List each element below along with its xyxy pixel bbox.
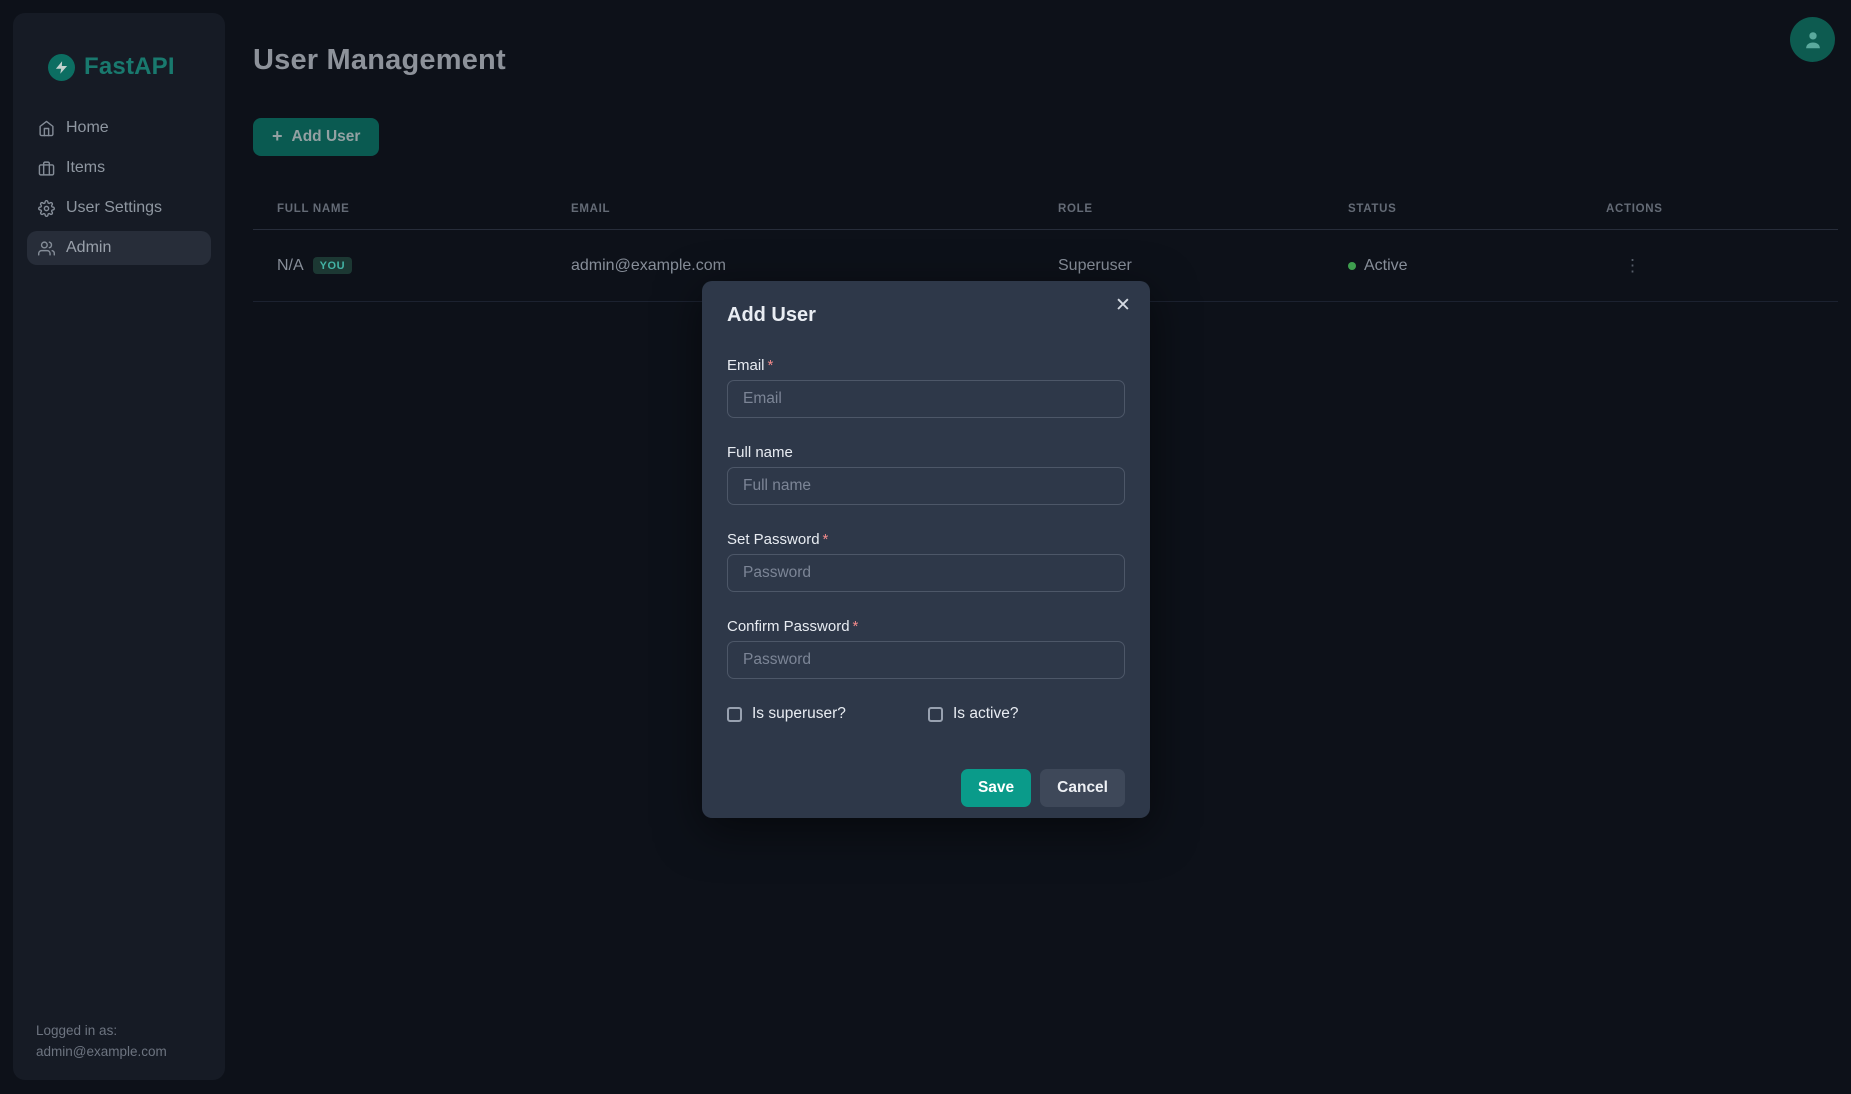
is-active-checkbox[interactable]: Is active? bbox=[928, 705, 1018, 723]
full-name-input[interactable] bbox=[727, 467, 1125, 505]
add-user-modal: Add User ✕ Email* Full name Set Password… bbox=[702, 281, 1150, 818]
is-superuser-checkbox[interactable]: Is superuser? bbox=[727, 705, 928, 723]
email-field-group: Email* bbox=[727, 357, 1125, 418]
set-password-input[interactable] bbox=[727, 554, 1125, 592]
checkbox-row: Is superuser? Is active? bbox=[727, 705, 1125, 723]
email-input[interactable] bbox=[727, 380, 1125, 418]
save-button[interactable]: Save bbox=[961, 769, 1031, 807]
is-active-label: Is active? bbox=[953, 705, 1018, 723]
set-password-label: Set Password* bbox=[727, 531, 1125, 548]
confirm-password-label-text: Confirm Password bbox=[727, 618, 850, 635]
app-root: FastAPI Home Items User Settings bbox=[0, 0, 1851, 1094]
required-asterisk: * bbox=[853, 618, 859, 635]
add-user-form: Email* Full name Set Password* Confirm P… bbox=[727, 357, 1125, 807]
modal-overlay[interactable]: Add User ✕ Email* Full name Set Password… bbox=[0, 0, 1851, 1094]
full-name-label-text: Full name bbox=[727, 444, 793, 461]
required-asterisk: * bbox=[768, 357, 774, 374]
modal-title: Add User bbox=[727, 304, 1125, 327]
full-name-label: Full name bbox=[727, 444, 1125, 461]
confirm-password-input[interactable] bbox=[727, 641, 1125, 679]
modal-close-button[interactable]: ✕ bbox=[1106, 289, 1140, 323]
checkbox-icon bbox=[928, 707, 943, 722]
full-name-field-group: Full name bbox=[727, 444, 1125, 505]
confirm-password-label: Confirm Password* bbox=[727, 618, 1125, 635]
email-label: Email* bbox=[727, 357, 1125, 374]
set-password-label-text: Set Password bbox=[727, 531, 820, 548]
email-label-text: Email bbox=[727, 357, 765, 374]
set-password-field-group: Set Password* bbox=[727, 531, 1125, 592]
required-asterisk: * bbox=[823, 531, 829, 548]
confirm-password-field-group: Confirm Password* bbox=[727, 618, 1125, 679]
is-superuser-label: Is superuser? bbox=[752, 705, 846, 723]
checkbox-icon bbox=[727, 707, 742, 722]
close-icon: ✕ bbox=[1115, 295, 1131, 316]
cancel-button[interactable]: Cancel bbox=[1040, 769, 1125, 807]
modal-footer: Save Cancel bbox=[727, 769, 1125, 807]
